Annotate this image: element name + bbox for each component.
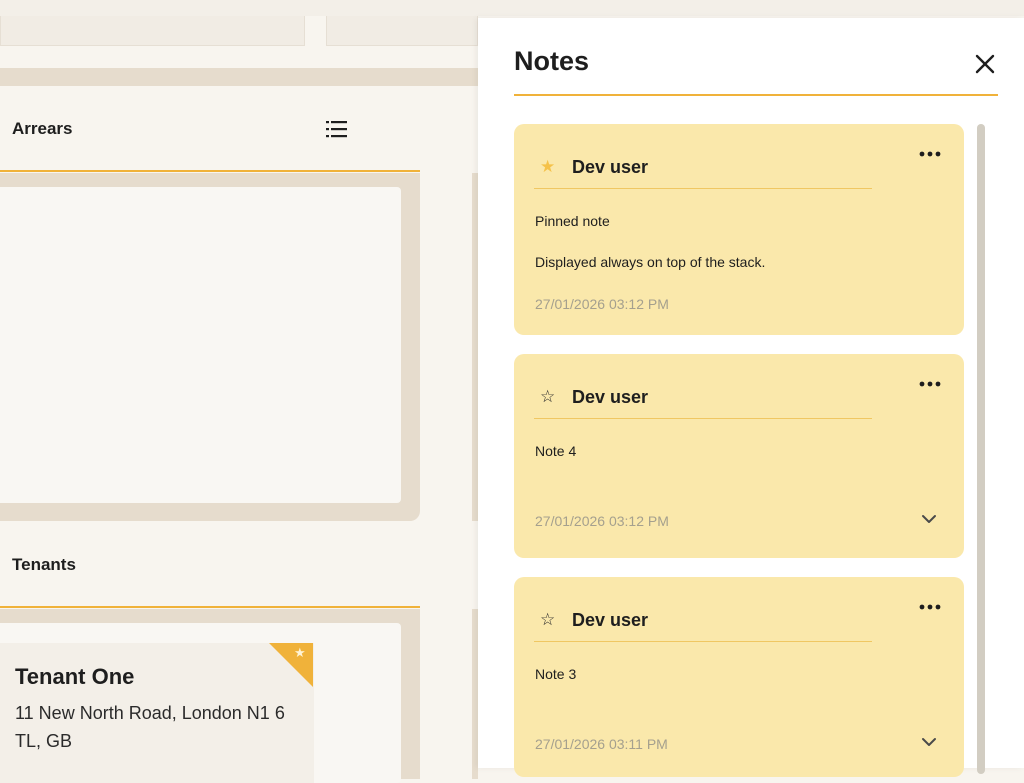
list-icon[interactable] [326,120,348,138]
note-timestamp: 27/01/2026 03:12 PM [535,296,669,312]
favorite-flag [269,643,313,687]
note-timestamp: 27/01/2026 03:11 PM [535,736,668,752]
note-text: Note 3 [535,666,577,682]
arrears-content [0,187,401,503]
star-icon: ★ [294,645,306,660]
note-card[interactable]: ☆ Dev user Note 4 27/01/2026 03:12 PM [514,354,964,558]
arrears-header: Arrears [0,88,420,172]
note-author: Dev user [572,610,649,630]
more-options-icon[interactable] [918,379,942,389]
note-divider [534,418,872,419]
tenant-address: 11 New North Road, London N1 6 TL, GB [15,703,285,751]
note-card[interactable]: ☆ Dev user Note 3 27/01/2026 03:11 PM [514,577,964,777]
note-divider [534,641,872,642]
tenant-name: Tenant One [15,664,135,689]
chevron-down-icon[interactable] [920,736,938,748]
summary-card [0,16,305,46]
notes-drawer: Notes ★ Dev user Pinned note Displayed a… [478,18,1024,777]
close-icon [975,54,995,74]
top-strip [0,0,1024,16]
drawer-title: Notes [514,46,590,76]
tenants-title: Tenants [12,555,76,574]
summary-card [326,16,478,46]
section-band [0,68,478,86]
pinned-star-icon[interactable]: ★ [540,157,555,177]
note-text: Pinned note [535,213,610,229]
star-outline-icon[interactable]: ☆ [540,387,555,407]
note-author: Dev user [572,157,649,177]
close-button[interactable] [972,51,998,77]
note-text: Note 4 [535,443,577,459]
note-text: Displayed always on top of the stack. [535,254,766,270]
more-options-icon[interactable] [918,149,942,159]
drawer-divider [514,94,998,96]
more-options-icon[interactable] [918,602,942,612]
note-author: Dev user [572,387,649,407]
tenants-header: Tenants [0,524,420,608]
arrears-title: Arrears [12,119,73,138]
note-card[interactable]: ★ Dev user Pinned note Displayed always … [514,124,964,335]
note-divider [534,188,872,189]
scrollbar[interactable] [977,124,985,774]
note-timestamp: 27/01/2026 03:12 PM [535,513,669,529]
chevron-down-icon[interactable] [920,513,938,525]
star-outline-icon[interactable]: ☆ [540,610,555,630]
